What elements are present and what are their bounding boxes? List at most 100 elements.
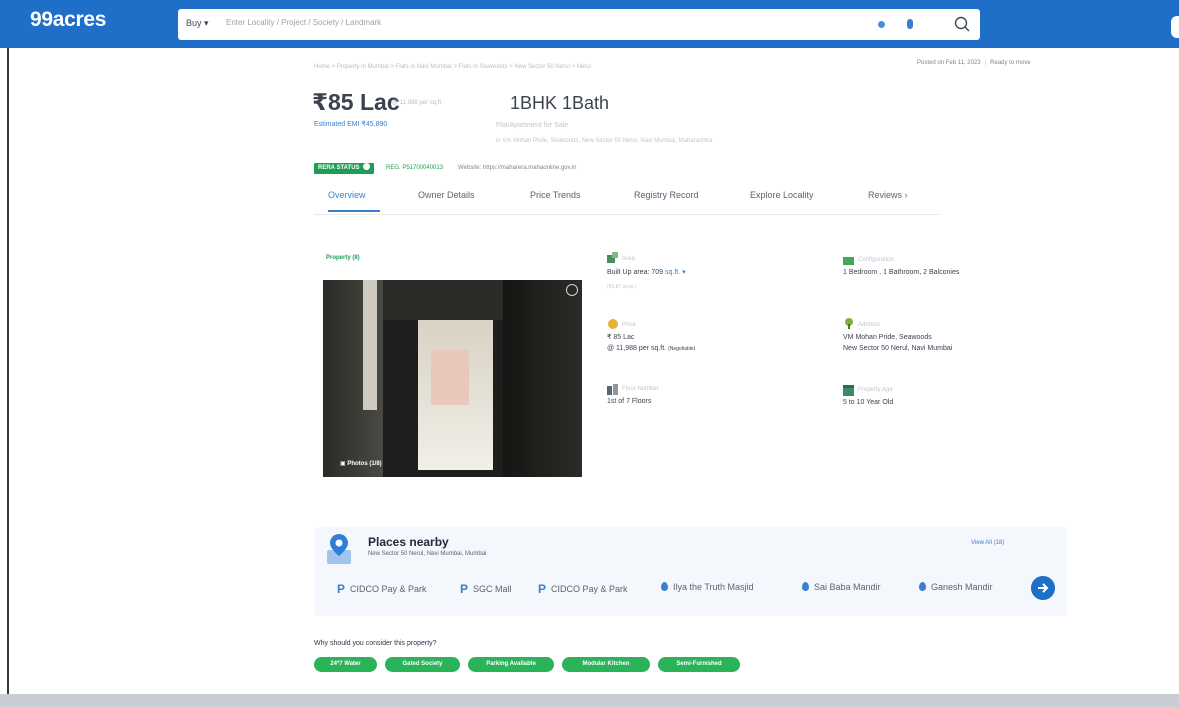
top-header: 99acres Buy ▾ Enter Locality / Project /… bbox=[0, 0, 1179, 48]
rera-label: RERA STATUS bbox=[318, 165, 360, 171]
map-pin-icon bbox=[327, 534, 351, 564]
place-label: Sai Baba Mandir bbox=[814, 582, 881, 592]
bottom-scroll-bar[interactable] bbox=[0, 694, 1179, 707]
search-icon[interactable] bbox=[952, 14, 972, 34]
feature-chip: 24*7 Water bbox=[314, 657, 377, 672]
price-label: Price bbox=[622, 320, 636, 330]
area-unit-dropdown[interactable]: sq.ft. ▾ bbox=[665, 269, 686, 276]
place-item[interactable]: Ganesh Mandir bbox=[919, 582, 993, 592]
place-label: Ilya the Truth Masjid bbox=[673, 582, 754, 592]
rera-reg-no: REG. P51700040013 bbox=[386, 165, 444, 171]
age-label-text: Property Age bbox=[858, 387, 893, 393]
rera-website[interactable]: Website: https://maharera.mahaonline.gov… bbox=[458, 165, 577, 171]
price-negotiable: (Negotiable) bbox=[668, 346, 696, 352]
posted-info: Posted on Feb 11, 2023 | Ready to move bbox=[917, 60, 1031, 66]
search-input[interactable]: Enter Locality / Project / Society / Lan… bbox=[226, 18, 381, 27]
config-label-text: Configuration bbox=[858, 257, 894, 263]
tab-reviews-label: Reviews bbox=[868, 190, 903, 200]
place-label: CIDCO Pay & Park bbox=[350, 584, 427, 594]
property-age-icon bbox=[843, 385, 854, 396]
photo-wall-right bbox=[503, 280, 582, 477]
buy-dropdown[interactable]: Buy ▾ bbox=[186, 18, 209, 29]
tab-registry-record[interactable]: Registry Record bbox=[634, 190, 699, 200]
location-pin-icon bbox=[802, 582, 809, 591]
area-label-text: Area bbox=[622, 256, 635, 262]
place-item[interactable]: Sai Baba Mandir bbox=[802, 582, 881, 592]
rera-badge[interactable]: RERA STATUS bbox=[314, 163, 374, 174]
age-label: Property Age bbox=[858, 385, 893, 395]
tab-bar: Overview Owner Details Price Trends Regi… bbox=[314, 185, 940, 215]
price-per-sqft: @ 11,988 per sq.ft. bbox=[392, 100, 443, 106]
listing-title: 1BHK 1Bath bbox=[510, 93, 610, 113]
expand-icon[interactable] bbox=[566, 284, 578, 296]
left-border bbox=[7, 48, 9, 694]
address-line2: New Sector 50 Nerul, Navi Mumbai bbox=[843, 345, 953, 352]
config-label: Configuration bbox=[858, 255, 894, 265]
logo[interactable]: 99acres bbox=[30, 8, 106, 32]
photos-count: Photos (1/8) bbox=[347, 461, 382, 467]
area-alt: (65.87 sq.m.) bbox=[607, 284, 637, 290]
listing-subtitle: Flat/Apartment for Sale bbox=[496, 122, 568, 129]
places-title: Places nearby bbox=[368, 535, 449, 549]
parking-icon: P bbox=[460, 582, 469, 596]
location-pin-icon bbox=[661, 582, 668, 591]
emi-link[interactable]: Estimated EMI ₹45,890 bbox=[314, 120, 387, 128]
age-value: 5 to 10 Year Old bbox=[843, 399, 894, 406]
view-all-link[interactable]: View All (18) bbox=[971, 540, 1004, 546]
tab-owner-details[interactable]: Owner Details bbox=[418, 190, 475, 200]
why-consider-title: Why should you consider this property? bbox=[314, 640, 437, 647]
place-label: CIDCO Pay & Park bbox=[551, 584, 628, 594]
feature-chip: Semi-Furnished bbox=[658, 657, 740, 672]
header-action-button[interactable] bbox=[1171, 16, 1179, 38]
price-per-text: @ 11,988 per sq.ft. bbox=[607, 345, 667, 352]
place-item[interactable]: P CIDCO Pay & Park bbox=[538, 582, 628, 596]
place-item[interactable]: Ilya the Truth Masjid bbox=[661, 582, 754, 592]
parking-icon: P bbox=[337, 582, 346, 596]
area-value: Built Up area: 709 sq.ft. ▾ bbox=[607, 268, 686, 278]
configuration-icon bbox=[843, 257, 854, 265]
feature-chip: Modular Kitchen bbox=[562, 657, 650, 672]
property-photo[interactable] bbox=[323, 280, 582, 477]
tab-overview[interactable]: Overview bbox=[328, 190, 366, 200]
location-icon[interactable] bbox=[878, 21, 885, 28]
feature-chip: Parking Available bbox=[468, 657, 554, 672]
breadcrumb[interactable]: Home > Property in Mumbai > Flats in Nav… bbox=[314, 64, 591, 70]
price-per-sqft-detail: @ 11,988 per sq.ft. (Negotiable) bbox=[607, 344, 695, 354]
price-label-text: Price bbox=[622, 322, 636, 328]
floor-label: Floor Number bbox=[622, 384, 659, 394]
places-subtitle: New Sector 50 Nerul, Navi Mumbai, Mumbai bbox=[368, 551, 487, 557]
area-value-text: Built Up area: 709 bbox=[607, 269, 664, 276]
active-tab-indicator bbox=[328, 210, 380, 212]
tab-reviews[interactable]: Reviews › bbox=[868, 190, 908, 200]
address-icon bbox=[845, 318, 853, 329]
search-bar[interactable]: Buy ▾ Enter Locality / Project / Society… bbox=[178, 9, 980, 40]
price-value: ₹ 85 Lac bbox=[607, 334, 635, 341]
floor-label-text: Floor Number bbox=[622, 386, 659, 392]
location-pin-icon bbox=[919, 582, 926, 591]
tab-explore-locality[interactable]: Explore Locality bbox=[750, 190, 814, 200]
photo-room bbox=[431, 350, 469, 405]
listing-price: ₹85 Lac bbox=[312, 89, 400, 115]
price-icon bbox=[608, 319, 618, 329]
area-label: Area bbox=[622, 254, 635, 264]
posted-date: Posted on Feb 11, 2023 bbox=[917, 60, 981, 66]
address-label: Address bbox=[858, 320, 880, 330]
place-item[interactable]: P SGC Mall bbox=[460, 582, 512, 596]
possession-status: Ready to move bbox=[990, 60, 1031, 66]
address-label-text: Address bbox=[858, 322, 881, 328]
mic-icon[interactable] bbox=[907, 19, 913, 29]
property-photos-label: Property (8) bbox=[326, 255, 360, 261]
photos-button[interactable]: ▣ Photos (1/8) bbox=[340, 460, 382, 467]
place-label: SGC Mall bbox=[473, 584, 512, 594]
area-icon bbox=[607, 252, 618, 263]
place-label: Ganesh Mandir bbox=[931, 582, 993, 592]
floor-icon bbox=[607, 384, 618, 395]
place-item[interactable]: P CIDCO Pay & Park bbox=[337, 582, 427, 596]
next-arrow-button[interactable] bbox=[1031, 576, 1055, 600]
chevron-right-icon: › bbox=[904, 190, 908, 200]
parking-icon: P bbox=[538, 582, 547, 596]
address-line1: VM Mohan Pride, Seawoods bbox=[843, 334, 932, 341]
floor-value: 1st of 7 Floors bbox=[607, 398, 652, 405]
feature-chip: Gated Society bbox=[385, 657, 460, 672]
tab-price-trends[interactable]: Price Trends bbox=[530, 190, 581, 200]
